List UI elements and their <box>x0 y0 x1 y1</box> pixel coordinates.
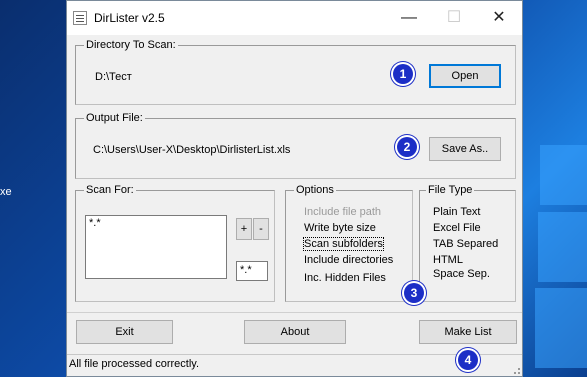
badge-2: 2 <box>397 137 417 157</box>
file-type-plain-text[interactable]: Plain Text <box>433 206 481 218</box>
badge-1: 1 <box>393 64 413 84</box>
badge-3: 3 <box>404 283 424 303</box>
pattern-list[interactable]: *.* <box>85 215 227 279</box>
option-include-directories[interactable]: Include directories <box>304 254 393 266</box>
dirlister-window: DirLister v2.5 — ☐ ✕ Directory To Scan: … <box>66 0 523 377</box>
desktop-tile <box>538 212 587 282</box>
directory-group: Directory To Scan: D:\Тест Open <box>75 39 516 105</box>
pattern-input[interactable]: *.* <box>236 261 268 281</box>
status-separator <box>67 354 522 355</box>
add-pattern-button[interactable]: + <box>236 218 252 240</box>
file-type-space[interactable]: Space Sep. <box>433 268 490 280</box>
list-item[interactable]: *.* <box>89 217 101 229</box>
file-type-legend: File Type <box>426 184 475 197</box>
desktop-tile <box>535 288 587 368</box>
maximize-button[interactable]: ☐ <box>432 1 476 35</box>
badge-4: 4 <box>458 350 478 370</box>
option-inc-hidden-files[interactable]: Inc. Hidden Files <box>304 272 386 284</box>
directory-legend: Directory To Scan: <box>84 39 178 52</box>
scan-for-legend: Scan For: <box>84 184 136 197</box>
remove-pattern-button[interactable]: - <box>253 218 269 240</box>
window-title: DirLister v2.5 <box>94 11 165 25</box>
option-include-file-path[interactable]: Include file path <box>304 206 381 218</box>
open-button[interactable]: Open <box>429 64 501 88</box>
exit-button[interactable]: Exit <box>76 320 173 344</box>
app-icon <box>73 11 87 25</box>
about-button[interactable]: About <box>244 320 346 344</box>
file-type-html[interactable]: HTML <box>433 254 463 266</box>
desktop-side-text: xe <box>0 186 12 198</box>
make-list-button[interactable]: Make List <box>419 320 517 344</box>
options-group: Options Include file path Write byte siz… <box>285 184 413 302</box>
minimize-button[interactable]: — <box>387 1 431 35</box>
status-text: All file processed correctly. <box>69 358 200 370</box>
output-path: C:\Users\User-X\Desktop\DirlisterList.xl… <box>93 144 291 156</box>
option-write-byte-size[interactable]: Write byte size <box>304 222 376 234</box>
resize-grip-icon[interactable] <box>510 364 520 374</box>
scan-for-group: Scan For: *.* + - *.* <box>75 184 275 302</box>
directory-path: D:\Тест <box>95 71 132 83</box>
pattern-value: *.* <box>240 264 252 276</box>
separator <box>67 312 522 313</box>
options-legend: Options <box>294 184 336 197</box>
output-group: Output File: C:\Users\User-X\Desktop\Dir… <box>75 112 516 179</box>
save-as-button[interactable]: Save As.. <box>429 137 501 161</box>
file-type-excel[interactable]: Excel File <box>433 222 481 234</box>
file-type-tab[interactable]: TAB Separed <box>433 238 498 250</box>
option-scan-subfolders[interactable]: Scan subfolders <box>303 237 384 251</box>
close-button[interactable]: ✕ <box>477 1 521 35</box>
title-bar[interactable]: DirLister v2.5 — ☐ ✕ <box>67 1 522 35</box>
file-type-group: File Type Plain Text Excel File TAB Sepa… <box>419 184 516 302</box>
desktop-tile <box>540 145 587 205</box>
output-legend: Output File: <box>84 112 145 125</box>
